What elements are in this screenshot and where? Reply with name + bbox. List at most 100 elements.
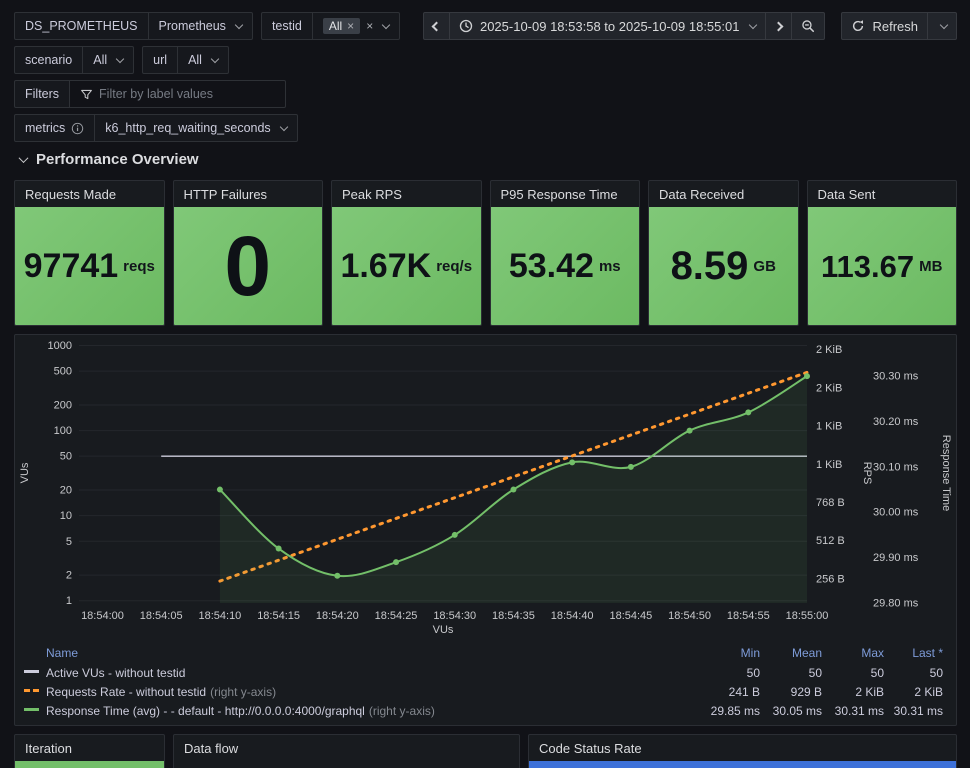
stat-panel-title: Requests Made (25, 186, 117, 202)
clear-selection-icon[interactable]: × (366, 20, 373, 32)
bottom-panel: Iteration (14, 734, 165, 768)
series-swatch-icon (24, 689, 39, 693)
toolbar-row-3: Filters (14, 80, 957, 108)
section-title: Performance Overview (36, 150, 199, 168)
legend-header-min[interactable]: Min (698, 645, 760, 664)
timeseries-panel: 1000 500 200 100 50 20 10 5 2 1 2 KiB 2 KiB 1 KiB 1 K… (14, 334, 957, 726)
stat-panel-value-area: 8.59 GB (649, 207, 798, 325)
url-select[interactable]: All (177, 46, 229, 74)
series-swatch-icon (24, 670, 39, 674)
legend-header-name[interactable]: Name (15, 645, 698, 664)
stat-panel-value-area: 0 (173, 207, 322, 325)
time-range-button[interactable]: 2025-10-09 18:53:58 to 2025-10-09 18:55:… (448, 12, 767, 40)
url-label: url (142, 46, 179, 74)
filters-input-wrap (69, 80, 286, 108)
chip-close-icon[interactable]: × (347, 20, 354, 32)
legend-series-name[interactable]: Active VUs - without testid (15, 664, 698, 683)
legend-row: Active VUs - without testid 50 50 50 50 (15, 664, 956, 683)
stat-unit: GB (753, 257, 776, 275)
svg-text:2 KiB: 2 KiB (816, 382, 842, 394)
datasource-label: DS_PROMETHEUS (14, 12, 149, 40)
svg-text:10: 10 (60, 510, 72, 522)
svg-text:768 B: 768 B (816, 497, 845, 509)
svg-text:500: 500 (54, 366, 72, 378)
bottom-panel: Code Status Rate (528, 734, 957, 768)
stat-value: 53.42 (508, 247, 594, 285)
metrics-select[interactable]: k6_http_req_waiting_seconds (94, 114, 298, 142)
zoom-out-button[interactable] (791, 12, 826, 40)
svg-text:Response Time: Response Time (940, 435, 952, 511)
section-performance-overview[interactable]: Performance Overview (14, 148, 957, 170)
panel-title: Data flow (184, 740, 239, 756)
testid-label: testid (260, 12, 313, 40)
stat-unit: req/s (436, 257, 473, 275)
svg-text:30.10 ms: 30.10 ms (873, 461, 919, 473)
svg-text:18:54:00: 18:54:00 (81, 610, 124, 622)
legend-mean-value: 50 (808, 666, 822, 680)
legend-header-mean[interactable]: Mean (760, 645, 822, 664)
stat-panel: HTTP Failures 0 (172, 180, 323, 326)
legend-header-max[interactable]: Max (822, 645, 884, 664)
svg-text:18:54:15: 18:54:15 (257, 610, 300, 622)
stat-value: 0 (224, 219, 272, 313)
testid-select[interactable]: All × × (311, 12, 401, 40)
timeseries-plot[interactable]: 1000 500 200 100 50 20 10 5 2 1 2 KiB 2 KiB 1 KiB 1 K… (15, 335, 956, 636)
legend-last-value: 50 (929, 666, 943, 680)
stat-value: 1.67K (340, 247, 432, 285)
stat-value: 113.67 (821, 248, 915, 284)
chevron-down-icon (749, 20, 758, 29)
time-shift-forward-button[interactable] (765, 12, 793, 40)
refresh-interval-button[interactable] (927, 12, 957, 40)
scenario-select[interactable]: All (82, 46, 135, 74)
stat-panel-value-area: 97741 reqs (15, 207, 164, 325)
datasource-select[interactable]: Prometheus (147, 12, 253, 40)
svg-text:512 B: 512 B (816, 535, 845, 547)
stat-unit: ms (598, 257, 621, 275)
svg-text:30.30 ms: 30.30 ms (873, 371, 919, 383)
legend-series-name[interactable]: Requests Rate - without testid (right y-a… (15, 683, 698, 702)
panel-body (15, 761, 164, 768)
legend-min-value: 241 B (728, 685, 760, 699)
panel-title: Iteration (25, 740, 72, 756)
legend-series-name[interactable]: Response Time (avg) - - default - http:/… (15, 702, 698, 721)
stat-panel-title: P95 Response Time (500, 186, 618, 202)
stat-panel-title: Peak RPS (342, 186, 402, 202)
svg-text:18:54:50: 18:54:50 (668, 610, 711, 622)
legend-max-value: 30.31 ms (834, 704, 884, 718)
stat-unit: reqs (123, 257, 155, 275)
legend-row: Requests Rate - without testid (right y-a… (15, 683, 956, 702)
legend-mean-value: 929 B (790, 685, 822, 699)
stat-panel-value-area: 113.67 MB (807, 207, 956, 325)
legend-mean-value: 30.05 ms (772, 704, 822, 718)
legend-header-last[interactable]: Last * (884, 645, 956, 664)
legend-last-value: 30.31 ms (893, 704, 943, 718)
time-shift-back-button[interactable] (422, 12, 450, 40)
stat-panel: Peak RPS 1.67K req/s (331, 180, 482, 326)
svg-text:18:55:00: 18:55:00 (786, 610, 829, 622)
refresh-icon (853, 20, 864, 32)
svg-text:VUs: VUs (433, 624, 454, 635)
stat-panel: Data Sent 113.67 MB (806, 180, 957, 326)
time-controls: 2025-10-09 18:53:58 to 2025-10-09 18:55:… (422, 12, 826, 40)
collapse-chevron-icon (18, 152, 29, 163)
zoom-out-icon (802, 20, 815, 33)
svg-text:29.80 ms: 29.80 ms (873, 598, 919, 610)
chevron-down-icon (234, 20, 244, 29)
chevron-down-icon (115, 54, 125, 63)
filter-input[interactable] (99, 87, 275, 101)
svg-text:18:54:55: 18:54:55 (727, 610, 770, 622)
scenario-label: scenario (14, 46, 84, 74)
clock-icon (459, 19, 473, 33)
svg-text:1 KiB: 1 KiB (816, 421, 842, 433)
svg-text:18:54:05: 18:54:05 (140, 610, 183, 622)
svg-text:200: 200 (54, 399, 72, 411)
testid-chip[interactable]: All × (322, 18, 361, 34)
chevron-down-icon (939, 20, 949, 29)
toolbar-row-2: scenario All url All (14, 46, 957, 74)
refresh-button[interactable]: Refresh (841, 12, 928, 40)
svg-text:1000: 1000 (48, 340, 72, 352)
chevron-right-icon (774, 21, 784, 31)
toolbar-row-4: metrics k6_http_req_waiting_seconds (14, 114, 957, 142)
url-picker: url All (142, 46, 229, 74)
stat-panel-title: Data Sent (817, 186, 876, 202)
